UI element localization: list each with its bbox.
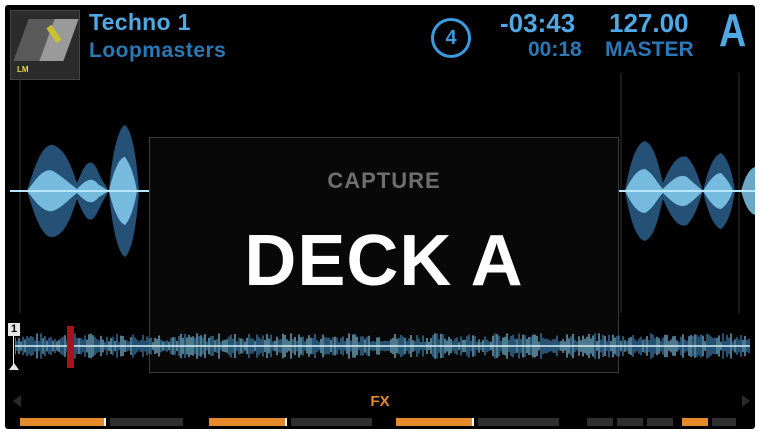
fx-knob-4-segment-3 — [647, 418, 673, 426]
overview-waveform — [15, 333, 750, 359]
tempo-bpm: 127.00 — [609, 8, 689, 38]
deck-screen: LM Techno 1 Loopmasters 4 -03:43 00:18 1… — [5, 5, 755, 429]
fx-knob-3-level[interactable] — [396, 418, 559, 426]
cue-flag-icon[interactable]: 1 — [8, 323, 20, 336]
triangle-left-icon[interactable] — [13, 395, 21, 407]
fx-knob-4-segment-4 — [682, 418, 708, 426]
beat-counter-icon: 4 — [431, 18, 471, 58]
track-title: Techno 1 — [89, 9, 191, 35]
tempo-source: MASTER — [605, 38, 694, 61]
fx-knob-2-level[interactable] — [209, 418, 372, 426]
fx-label: FX — [370, 393, 390, 410]
album-cover: LM — [10, 10, 80, 80]
capture-caption: CAPTURE — [327, 168, 441, 193]
fx-knob-4-segment-2 — [617, 418, 643, 426]
fx-knob-4-segment-1 — [587, 418, 613, 426]
fx-knob-4-segment-5 — [712, 418, 736, 426]
remaining-time: -03:43 — [500, 8, 576, 38]
playhead-marker[interactable] — [67, 326, 74, 368]
cue-marker-line — [13, 336, 14, 366]
fx-bar: FX — [5, 391, 755, 413]
cue-marker-triangle-icon — [9, 363, 19, 370]
triangle-right-icon[interactable] — [742, 395, 750, 407]
stripe-waveform[interactable]: CAPTURE DECK A — [5, 73, 755, 373]
capture-target: DECK A — [244, 221, 524, 301]
track-artist: Loopmasters — [89, 39, 227, 62]
deck-letter: A — [719, 5, 747, 56]
elapsed-time: 00:18 — [528, 38, 582, 61]
fx-knob-1-level[interactable] — [20, 418, 183, 426]
track-overview[interactable]: 1 — [5, 323, 755, 371]
